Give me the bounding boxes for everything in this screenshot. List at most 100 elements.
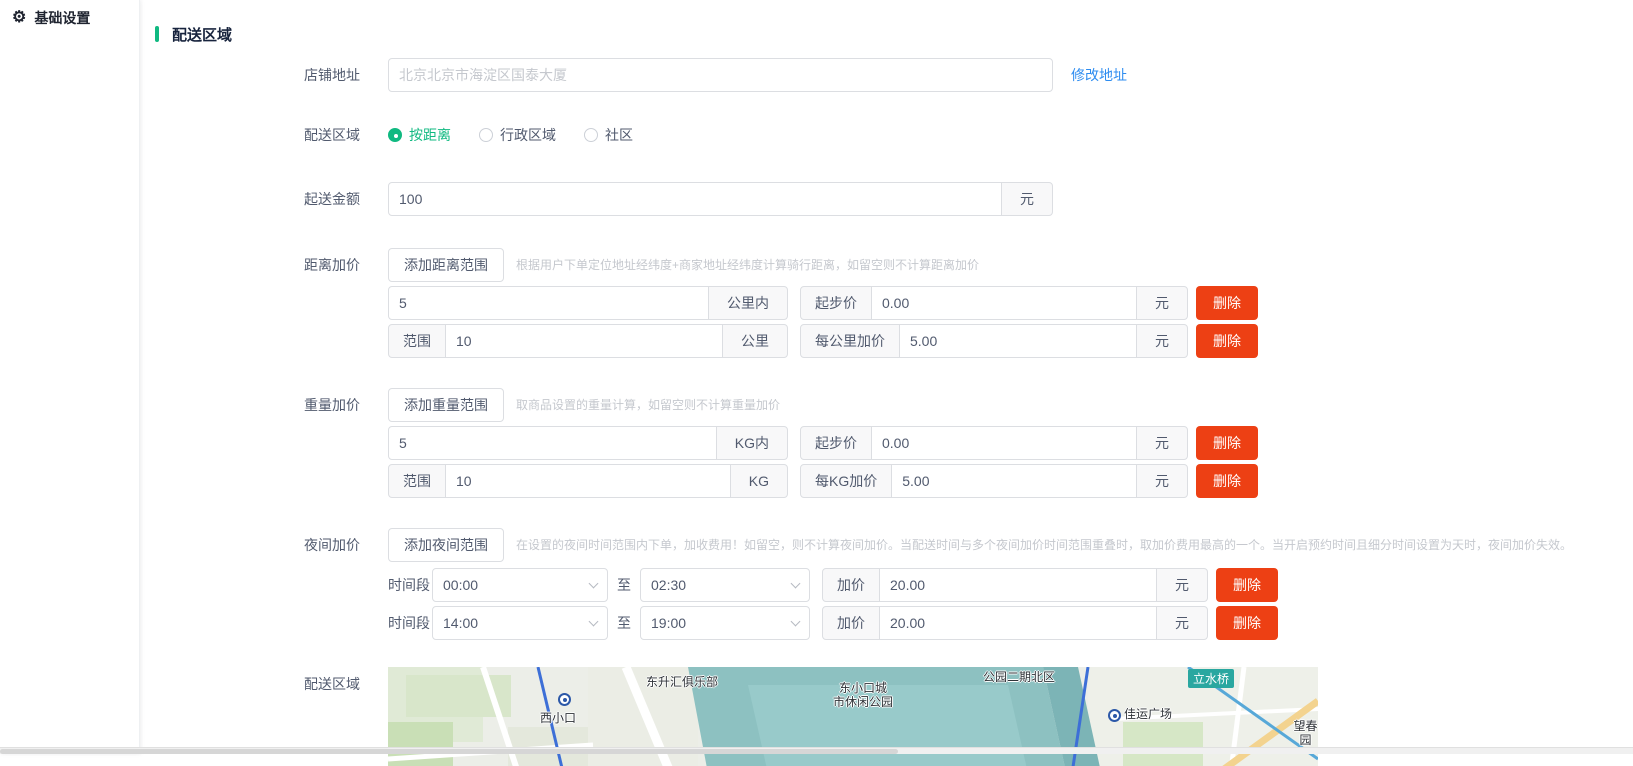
horizontal-scrollbar[interactable] xyxy=(0,747,1633,754)
map-label-xixiaokou: 西小口 xyxy=(540,711,576,725)
night-row1-to-label: 至 xyxy=(617,568,631,602)
distance-row2-price-input[interactable] xyxy=(899,324,1137,358)
min-amount-group: 元 xyxy=(388,182,1053,216)
main-content: 配送区域 店铺地址 修改地址 配送区域 按距离 行政区域 社区 xyxy=(141,0,1633,766)
night-row1-period-label: 时间段 xyxy=(388,568,432,602)
store-address-row: 店铺地址 修改地址 xyxy=(141,58,1633,92)
weight-row2-price-label: 每KG加价 xyxy=(800,464,892,498)
night-row2-to-label: 至 xyxy=(617,606,631,640)
delivery-map-label: 配送区域 xyxy=(141,667,388,701)
add-distance-range-button[interactable]: 添加距离范围 xyxy=(388,248,504,282)
weight-surcharge-section: 重量加价 添加重量范围 取商品设置的重量计算，如留空则不计算重量加价 KG内 起… xyxy=(141,388,1633,502)
night-row1-price-input[interactable] xyxy=(879,568,1157,602)
distance-row2-price-label: 每公里加价 xyxy=(800,324,900,358)
weight-hint: 取商品设置的重量计算，如留空则不计算重量加价 xyxy=(516,388,780,422)
radio-icon xyxy=(388,128,402,142)
distance-row1-price-unit: 元 xyxy=(1136,286,1188,320)
sidebar-item-basic-settings[interactable]: ⚙ 基础设置 xyxy=(0,0,139,36)
night-row2-period-label: 时间段 xyxy=(388,606,432,640)
distance-row1-range-input[interactable] xyxy=(388,286,709,320)
weight-row1-delete-button[interactable]: 删除 xyxy=(1196,426,1258,460)
metro-station-icon xyxy=(1108,709,1121,722)
distance-surcharge-label: 距离加价 xyxy=(141,248,388,282)
weight-row2-price-unit: 元 xyxy=(1136,464,1188,498)
distance-row-2: 范围 公里 每公里加价 元 删除 xyxy=(388,324,1258,358)
weight-row2-range-label: 范围 xyxy=(388,464,446,498)
add-night-range-button[interactable]: 添加夜间范围 xyxy=(388,528,504,562)
chevron-down-icon xyxy=(791,617,801,627)
sidebar-item-label: 基础设置 xyxy=(34,8,90,28)
distance-row2-price-unit: 元 xyxy=(1136,324,1188,358)
night-row2-price-input[interactable] xyxy=(879,606,1157,640)
distance-row2-range-input[interactable] xyxy=(445,324,723,358)
radio-by-distance[interactable]: 按距离 xyxy=(388,118,451,152)
weight-row1-range-input[interactable] xyxy=(388,426,717,460)
map-label-lishuiqiao: 立水桥 xyxy=(1188,669,1234,688)
weight-surcharge-label: 重量加价 xyxy=(141,388,388,422)
weight-row-1: KG内 起步价 元 删除 xyxy=(388,426,1258,460)
radio-label: 按距离 xyxy=(409,125,451,145)
night-row-1: 时间段 00:00 至 02:30 加价 元 删除 xyxy=(388,568,1572,602)
distance-row1-price-input[interactable] xyxy=(871,286,1137,320)
night-row2-price-unit: 元 xyxy=(1156,606,1208,640)
distance-row1-price-label: 起步价 xyxy=(800,286,872,320)
gear-icon: ⚙ xyxy=(12,10,26,26)
distance-row2-delete-button[interactable]: 删除 xyxy=(1196,324,1258,358)
night-row1-start-value: 00:00 xyxy=(443,577,478,593)
distance-row-1: 公里内 起步价 元 删除 xyxy=(388,286,1258,320)
night-row1-start-select[interactable]: 00:00 xyxy=(432,568,608,602)
distance-row1-unit: 公里内 xyxy=(708,286,788,320)
distance-row1-delete-button[interactable]: 删除 xyxy=(1196,286,1258,320)
metro-station-icon xyxy=(558,693,571,706)
scrollbar-thumb[interactable] xyxy=(0,749,898,754)
section-header: 配送区域 xyxy=(155,24,1633,44)
section-title: 配送区域 xyxy=(172,24,232,45)
night-row2-price-label: 加价 xyxy=(822,606,880,640)
night-row1-end-select[interactable]: 02:30 xyxy=(640,568,810,602)
map-label-park: 东小口城 市休闲公园 xyxy=(828,681,898,709)
map-label-park-north: 公园二期北区 xyxy=(983,670,1055,684)
weight-row2-price-input[interactable] xyxy=(891,464,1137,498)
chevron-down-icon xyxy=(791,579,801,589)
modify-address-link[interactable]: 修改地址 xyxy=(1071,58,1127,92)
night-surcharge-label: 夜间加价 xyxy=(141,528,388,562)
area-type-row: 配送区域 按距离 行政区域 社区 xyxy=(141,118,1633,152)
night-row2-delete-button[interactable]: 删除 xyxy=(1216,606,1278,640)
store-address-input[interactable] xyxy=(388,58,1053,92)
sidebar: ⚙ 基础设置 xyxy=(0,0,140,754)
radio-label: 行政区域 xyxy=(500,125,556,145)
add-weight-range-button[interactable]: 添加重量范围 xyxy=(388,388,504,422)
weight-row1-price-input[interactable] xyxy=(871,426,1137,460)
night-row1-delete-button[interactable]: 删除 xyxy=(1216,568,1278,602)
night-row2-end-value: 19:00 xyxy=(651,615,686,631)
night-row-2: 时间段 14:00 至 19:00 加价 元 删除 xyxy=(388,606,1572,640)
night-hint: 在设置的夜间时间范围内下单，加收费用！如留空，则不计算夜间加价。当配送时间与多个… xyxy=(516,528,1572,562)
chevron-down-icon xyxy=(589,579,599,589)
radio-community[interactable]: 社区 xyxy=(584,118,633,152)
distance-hint: 根据用户下单定位地址经纬度+商家地址经纬度计算骑行距离，如留空则不计算距离加价 xyxy=(516,248,979,282)
radio-admin-region[interactable]: 行政区域 xyxy=(479,118,556,152)
night-surcharge-section: 夜间加价 添加夜间范围 在设置的夜间时间范围内下单，加收费用！如留空，则不计算夜… xyxy=(141,528,1633,644)
weight-row2-delete-button[interactable]: 删除 xyxy=(1196,464,1258,498)
weight-row2-unit: KG xyxy=(730,464,788,498)
night-row2-start-value: 14:00 xyxy=(443,615,478,631)
min-amount-label: 起送金额 xyxy=(141,182,388,216)
weight-row2-range-input[interactable] xyxy=(445,464,731,498)
app: ⚙ 基础设置 配送区域 店铺地址 修改地址 配送区域 按距离 行政区域 xyxy=(0,0,1633,766)
radio-icon xyxy=(479,128,493,142)
area-type-label: 配送区域 xyxy=(141,118,388,152)
night-row2-end-select[interactable]: 19:00 xyxy=(640,606,810,640)
radio-label: 社区 xyxy=(605,125,633,145)
distance-row2-unit: 公里 xyxy=(722,324,788,358)
weight-row1-unit: KG内 xyxy=(716,426,788,460)
night-row1-price-label: 加价 xyxy=(822,568,880,602)
distance-row2-range-label: 范围 xyxy=(388,324,446,358)
weight-row1-price-unit: 元 xyxy=(1136,426,1188,460)
min-amount-input[interactable] xyxy=(388,182,1002,216)
map-label-jiayun: 佳运广场 xyxy=(1124,707,1172,721)
chevron-down-icon xyxy=(589,617,599,627)
night-row2-start-select[interactable]: 14:00 xyxy=(432,606,608,640)
weight-row1-price-label: 起步价 xyxy=(800,426,872,460)
distance-surcharge-section: 距离加价 添加距离范围 根据用户下单定位地址经纬度+商家地址经纬度计算骑行距离，… xyxy=(141,248,1633,362)
min-amount-unit: 元 xyxy=(1001,182,1053,216)
